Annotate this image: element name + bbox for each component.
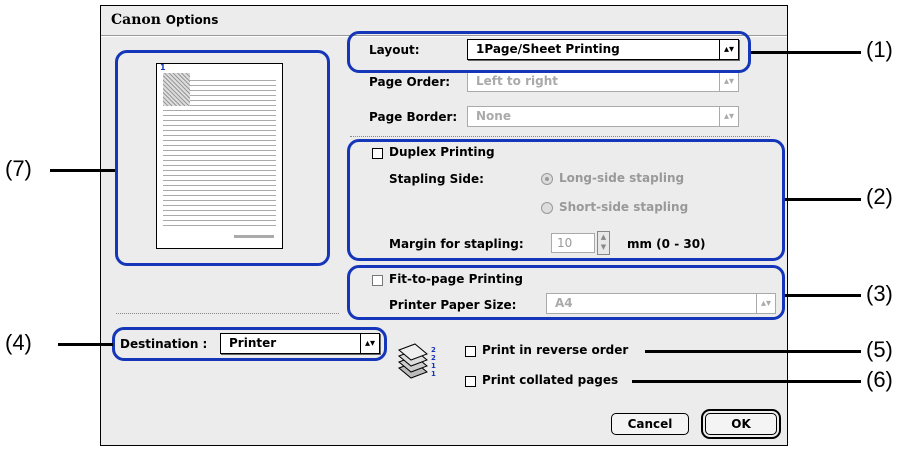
callout-line-7 bbox=[50, 169, 115, 172]
dialog-title-text: Options bbox=[165, 13, 219, 27]
collated-checkbox[interactable] bbox=[465, 376, 476, 387]
svg-text:2: 2 bbox=[431, 354, 436, 362]
popup-arrow-icon: ▴▾ bbox=[719, 72, 738, 91]
highlight-fit-to-page bbox=[347, 265, 785, 320]
dialog-title: Canon Options bbox=[111, 12, 218, 28]
callout-line-6 bbox=[632, 380, 861, 383]
canon-logo: Canon bbox=[111, 12, 161, 28]
callout-7: (7) bbox=[5, 156, 32, 181]
highlight-duplex bbox=[347, 139, 785, 261]
callout-3: (3) bbox=[866, 281, 893, 306]
svg-text:1: 1 bbox=[431, 370, 436, 378]
ok-button[interactable]: OK bbox=[701, 409, 781, 439]
callout-line-1 bbox=[751, 51, 861, 54]
collated-label: Print collated pages bbox=[482, 373, 619, 387]
svg-text:1: 1 bbox=[431, 362, 436, 370]
highlight-preview bbox=[115, 50, 330, 266]
callout-1: (1) bbox=[866, 37, 893, 62]
section-divider bbox=[350, 136, 770, 137]
highlight-destination bbox=[112, 327, 387, 361]
page-order-label: Page Order: bbox=[369, 75, 451, 89]
callout-line-3 bbox=[785, 294, 861, 297]
callout-6: (6) bbox=[866, 367, 893, 392]
page-order-popup[interactable]: Left to right ▴▾ bbox=[467, 71, 739, 92]
callout-5: (5) bbox=[866, 337, 893, 362]
callout-line-5 bbox=[645, 350, 861, 353]
page-stack-icon: 2 2 1 1 bbox=[398, 343, 436, 379]
reverse-order-label: Print in reverse order bbox=[482, 343, 629, 357]
callout-4: (4) bbox=[5, 330, 32, 355]
page-border-label: Page Border: bbox=[369, 110, 458, 124]
callout-line-4 bbox=[58, 343, 113, 346]
cancel-button[interactable]: Cancel bbox=[611, 413, 689, 435]
popup-arrow-icon: ▴▾ bbox=[719, 107, 738, 126]
highlight-layout bbox=[347, 31, 751, 73]
page-order-value: Left to right bbox=[476, 74, 558, 88]
callout-line-2 bbox=[785, 198, 861, 201]
page-border-popup[interactable]: None ▴▾ bbox=[467, 106, 739, 127]
reverse-order-checkbox[interactable] bbox=[465, 346, 476, 357]
callout-2: (2) bbox=[866, 184, 893, 209]
page-border-value: None bbox=[476, 109, 511, 123]
svg-text:2: 2 bbox=[431, 346, 436, 354]
left-divider bbox=[116, 313, 339, 314]
